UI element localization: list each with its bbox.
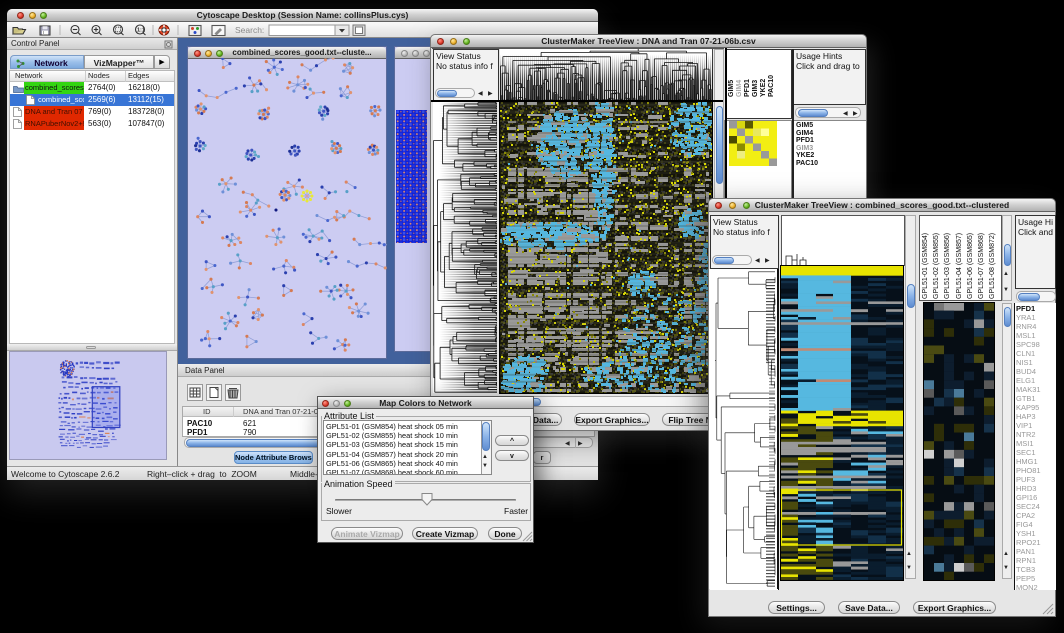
svg-text:Search:: Search: bbox=[235, 25, 264, 35]
svg-text:1:1: 1:1 bbox=[137, 28, 145, 34]
